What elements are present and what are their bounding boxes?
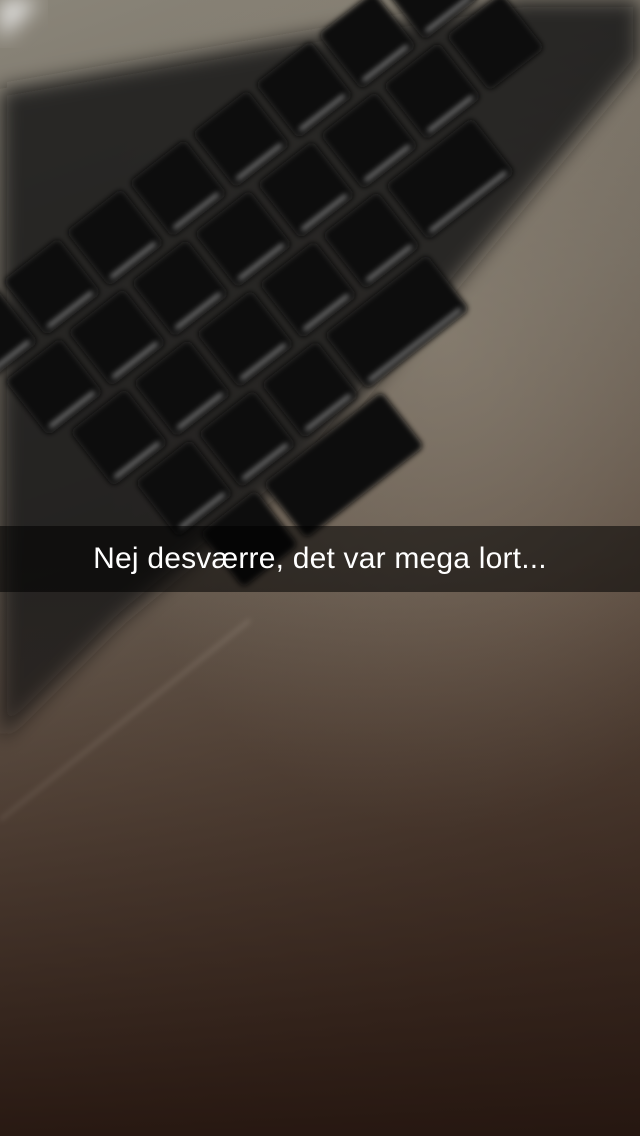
- caption-text: Nej desværre, det var mega lort...: [93, 542, 547, 575]
- screen-edge-glare: [0, 0, 40, 40]
- caption-bar[interactable]: Nej desværre, det var mega lort...: [0, 526, 640, 592]
- snap-view: Nej desværre, det var mega lort...: [0, 0, 640, 1136]
